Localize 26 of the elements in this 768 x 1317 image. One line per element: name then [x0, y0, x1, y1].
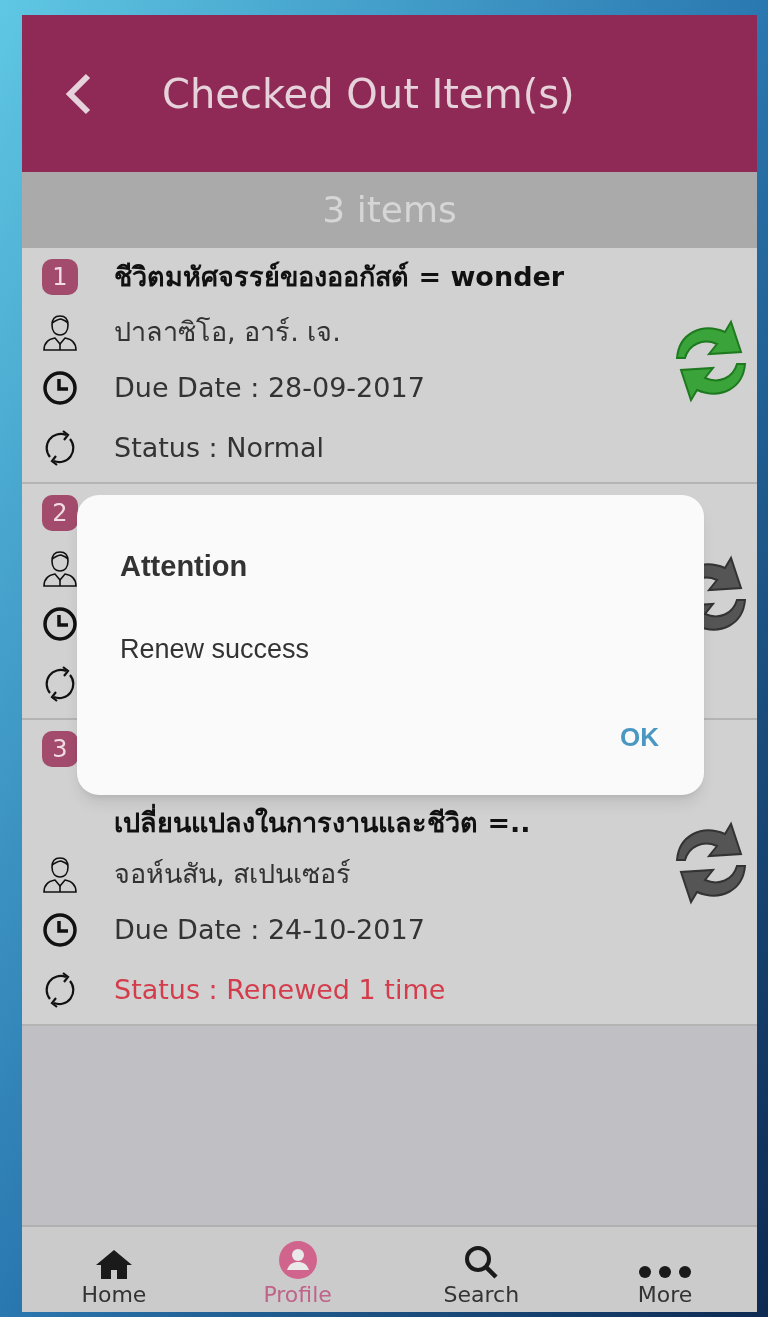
clock-icon [42, 606, 78, 642]
clock-icon [42, 912, 78, 948]
item-title: ชีวิตมหัศจรรย์ของออกัสต์ = wonder [114, 259, 565, 294]
due-date-text: Due Date : 28-09-2017 [114, 370, 425, 405]
profile-icon [277, 1240, 318, 1280]
status-text: Status : Renewed 1 time [114, 972, 446, 1007]
more-icon [637, 1264, 694, 1280]
search-icon [463, 1244, 500, 1280]
person-icon [42, 855, 78, 893]
item-number: 1 [42, 259, 78, 295]
author-text: ปาลาซิโอ, อาร์. เจ. [114, 314, 341, 349]
item-number: 3 [42, 731, 78, 767]
renew-icon[interactable] [673, 820, 749, 906]
dialog-title: Attention [120, 549, 249, 584]
author-text: จอห์นสัน, สเปนเซอร์ [114, 856, 352, 891]
nav-tab[interactable]: Search [421, 1238, 542, 1308]
item-number: 2 [42, 495, 78, 531]
clock-icon [42, 370, 78, 406]
status-text: Status : Normal [114, 430, 324, 465]
person-icon [42, 549, 78, 587]
header-title: Checked Out Item(s) [162, 69, 575, 119]
dialog-message: Renew success [120, 632, 311, 666]
person-icon [42, 313, 78, 351]
due-date-text: Due Date : 24-10-2017 [114, 912, 425, 947]
nav-tab[interactable]: More [605, 1238, 726, 1308]
nav-tab[interactable]: Home [53, 1238, 174, 1308]
